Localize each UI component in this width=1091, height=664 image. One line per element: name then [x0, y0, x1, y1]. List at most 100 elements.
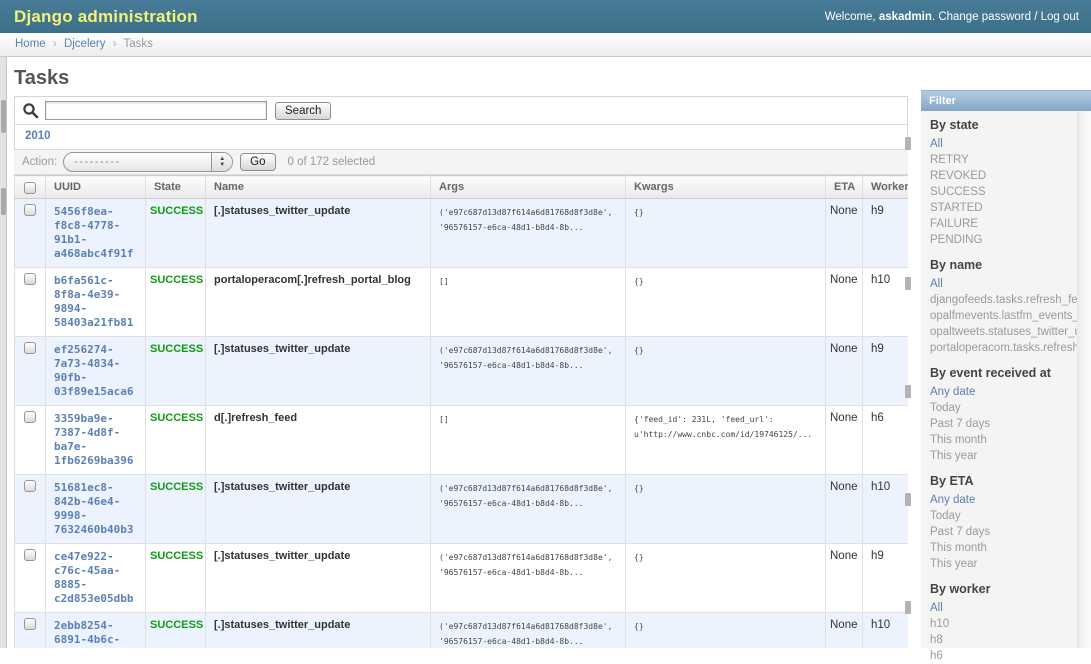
eta-text: None [830, 550, 858, 562]
scroll-mark [1, 100, 6, 133]
row-checkbox[interactable] [24, 342, 36, 354]
filter-link[interactable]: djangofeeds.tasks.refresh_feed [930, 292, 1077, 308]
filter-link[interactable]: RETRY [930, 152, 1077, 168]
go-button[interactable]: Go [240, 153, 275, 171]
selection-counter: 0 of 172 selected [288, 156, 376, 168]
filter-link[interactable]: STARTED [930, 200, 1077, 216]
filter-link[interactable]: FAILURE [930, 216, 1077, 232]
filter-link[interactable]: h6 [930, 648, 1077, 664]
eta-text: None [830, 274, 858, 286]
filter-link[interactable]: REVOKED [930, 168, 1077, 184]
date-hierarchy-year-link[interactable]: 2010 [25, 130, 51, 142]
uuid-link[interactable]: 2ebb8254-6891-4b6c-a0e7-4cb90484a207 [54, 619, 137, 648]
task-table: UUIDStateNameArgsKwargsETAWorker 5456f8e… [14, 175, 908, 648]
table-row: 51681ec8-842b-46e4-9998-7632460b40b3SUCC… [15, 475, 909, 544]
state-text: SUCCESS [150, 550, 203, 562]
row-select-cell [15, 544, 46, 613]
selected-filter-marker [905, 277, 911, 290]
uuid-link[interactable]: ef256274-7a73-4834-90fb-03f89e15aca6 [54, 343, 137, 399]
args-text: ('e97c687d13d87f614a6d81768d8f3d8e', '96… [439, 343, 617, 373]
search-button[interactable]: Search [275, 102, 331, 120]
filter-link[interactable]: Past 7 days [930, 416, 1077, 432]
filter-link[interactable]: h10 [930, 616, 1077, 632]
filter-link[interactable]: Today [930, 508, 1077, 524]
filter-item: SUCCESS [930, 184, 1077, 200]
select-all-checkbox[interactable] [24, 182, 36, 194]
filter-link[interactable]: Any date [930, 492, 1077, 508]
filter-item: h8 [930, 632, 1077, 648]
column-header-worker[interactable]: Worker [863, 176, 909, 199]
scroll-mark [1, 188, 6, 215]
column-header-eta[interactable]: ETA [826, 176, 863, 199]
uuid-link[interactable]: b6fa561c-8f8a-4e39-9894-58403a21fb81 [54, 274, 137, 330]
filter-link[interactable]: All [930, 136, 1077, 152]
row-checkbox[interactable] [24, 480, 36, 492]
filter-item: h10 [930, 616, 1077, 632]
column-header-uuid[interactable]: UUID [46, 176, 146, 199]
filter-item: All [930, 600, 1077, 616]
args-text: ('e97c687d13d87f614a6d81768d8f3d8e', '96… [439, 550, 617, 580]
filter-item: FAILURE [930, 216, 1077, 232]
filter-link[interactable]: PENDING [930, 232, 1077, 248]
column-header-name[interactable]: Name [206, 176, 431, 199]
user-tools: Welcome, askadmin. Change password / Log… [825, 11, 1091, 23]
right-scroll-strip [1077, 111, 1091, 648]
row-checkbox[interactable] [24, 411, 36, 423]
select-all-cell [15, 176, 46, 199]
worker-text: h10 [871, 274, 890, 286]
worker-text: h9 [871, 205, 884, 217]
row-checkbox[interactable] [24, 618, 36, 630]
uuid-link[interactable]: 5456f8ea-f8c8-4778-91b1-a468abc4f91f [54, 205, 137, 261]
filter-link[interactable]: Today [930, 400, 1077, 416]
column-header-args[interactable]: Args [431, 176, 626, 199]
eta-text: None [830, 343, 858, 355]
uuid-link[interactable]: 51681ec8-842b-46e4-9998-7632460b40b3 [54, 481, 137, 537]
filter-link[interactable]: This year [930, 556, 1077, 572]
filter-item: PENDING [930, 232, 1077, 248]
filter-link[interactable]: This month [930, 432, 1077, 448]
uuid-link[interactable]: ce47e922-c76c-45aa-8885-c2d853e05dbb [54, 550, 137, 606]
state-text: SUCCESS [150, 343, 203, 355]
welcome-text: Welcome, [825, 11, 876, 23]
row-checkbox[interactable] [24, 204, 36, 216]
page-title: Tasks [14, 67, 908, 89]
filter-item: REVOKED [930, 168, 1077, 184]
filter-link[interactable]: This year [930, 448, 1077, 464]
filter-link[interactable]: portaloperacom.tasks.refresh_portal_blog [930, 340, 1077, 356]
change-password-link[interactable]: Change password [938, 11, 1031, 23]
kwargs-text: {} [634, 343, 817, 358]
filter-link[interactable]: All [930, 600, 1077, 616]
filter-link[interactable]: opaltweets.statuses_twitter_update [930, 324, 1077, 340]
uuid-link[interactable]: 3359ba9e-7387-4d8f-ba7e-1fb6269ba396 [54, 412, 137, 468]
filter-link[interactable]: opalfmevents.lastfm_events_update [930, 308, 1077, 324]
filter-section-title: By event received at [930, 366, 1077, 381]
row-checkbox[interactable] [24, 273, 36, 285]
column-header-state[interactable]: State [146, 176, 206, 199]
task-name-text: [.]statuses_twitter_update [214, 619, 350, 631]
worker-text: h9 [871, 550, 884, 562]
worker-text: h10 [871, 481, 890, 493]
logout-link[interactable]: Log out [1041, 11, 1079, 23]
filter-link[interactable]: All [930, 276, 1077, 292]
filter-link[interactable]: Past 7 days [930, 524, 1077, 540]
eta-text: None [830, 481, 858, 493]
filter-link[interactable]: Any date [930, 384, 1077, 400]
left-scroll-strip [0, 57, 7, 648]
breadcrumb-home-link[interactable]: Home [15, 38, 46, 50]
filter-link[interactable]: SUCCESS [930, 184, 1077, 200]
table-row: ef256274-7a73-4834-90fb-03f89e15aca6 SUCC… [15, 337, 909, 406]
filter-link[interactable]: h8 [930, 632, 1077, 648]
filter-link[interactable]: This month [930, 540, 1077, 556]
action-select[interactable]: --------- ▲▼ [63, 152, 233, 172]
filter-item: Today [930, 508, 1077, 524]
kwargs-text: {'feed_id': 231L, 'feed_url': u'http://w… [634, 412, 817, 442]
filter-item: portaloperacom.tasks.refresh_portal_blog [930, 340, 1077, 356]
search-input[interactable] [45, 101, 267, 120]
args-text: [] [439, 412, 617, 427]
row-checkbox[interactable] [24, 549, 36, 561]
breadcrumb-app-link[interactable]: Djcelery [64, 38, 106, 50]
selected-filter-marker [905, 137, 911, 150]
column-header-kwargs[interactable]: Kwargs [626, 176, 826, 199]
state-text: SUCCESS [150, 274, 203, 286]
table-row: b6fa561c-8f8a-4e39-9894-58403a21fb81 SUCC… [15, 268, 909, 337]
